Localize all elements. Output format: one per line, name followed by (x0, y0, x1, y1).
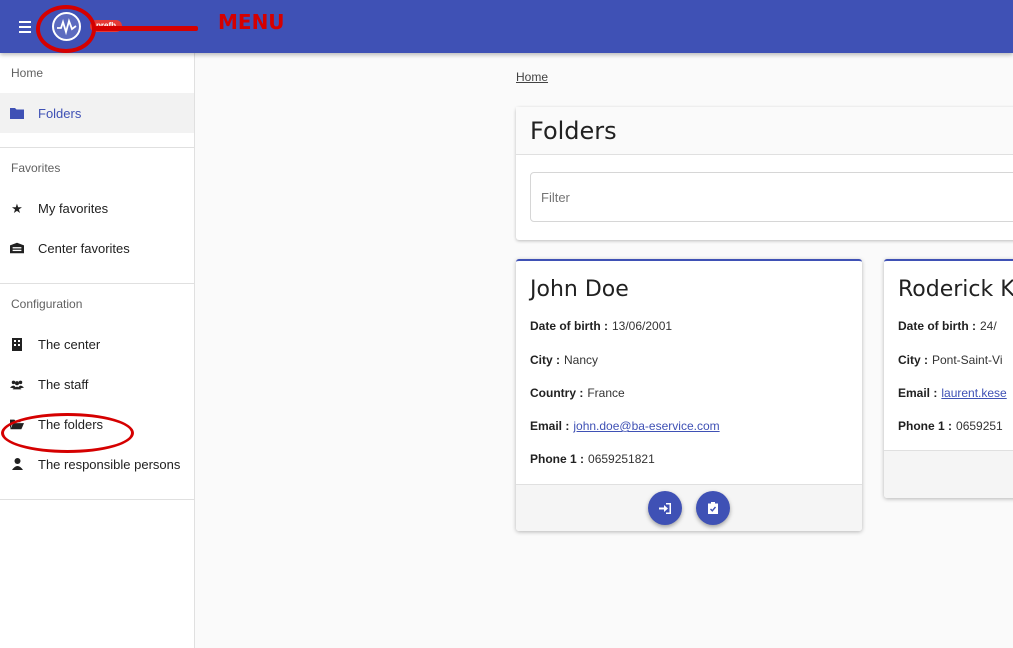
page-title: Folders (516, 107, 1013, 155)
sidebar-item-my-favorites[interactable]: ★ My favorites (0, 188, 194, 228)
sidebar-section-favorites: Favorites (11, 161, 61, 175)
breadcrumb-home[interactable]: Home (516, 70, 548, 84)
sidebar-item-label: My favorites (38, 200, 109, 216)
person-name: John Doe (530, 277, 629, 302)
sidebar-item-folders[interactable]: Folders (0, 93, 194, 133)
filter-input[interactable] (530, 172, 1013, 222)
person-name: Roderick Ke (898, 277, 1013, 302)
building-icon (10, 241, 24, 255)
menu-icon[interactable] (19, 17, 35, 37)
dob-field: Date of birth :24/ (898, 319, 997, 333)
email-field: Email : john.doe@ba-eservice.com (530, 419, 720, 433)
sidebar-item-the-staff[interactable]: The staff (0, 364, 194, 404)
city-field: City : Nancy (530, 353, 599, 367)
email-link[interactable]: john.doe@ba-eservice.com (573, 419, 719, 433)
login-icon (659, 502, 671, 514)
sidebar-item-label: Center favorites (38, 240, 130, 256)
email-link[interactable]: laurent.kese (941, 386, 1006, 400)
sidebar-item-label: Folders (38, 105, 82, 121)
city-field: City : Pont-Saint-Vi (898, 353, 1003, 367)
clipboard-check-icon (708, 502, 718, 514)
sidebar-item-center-favorites[interactable]: Center favorites (0, 228, 194, 268)
office-building-icon (10, 337, 24, 351)
sidebar-item-label: The center (38, 336, 101, 352)
sidebar-section-home: Home (11, 66, 44, 80)
sidebar-item-label: The staff (38, 376, 89, 392)
sidebar-item-the-center[interactable]: The center (0, 324, 194, 364)
folder-card: Roderick Ke Date of birth :24/ City :Pon… (884, 259, 1013, 498)
dob-field: Date of birth :13/06/2001 (530, 319, 673, 333)
sidebar: Home Folders Favorites ★ My favorites Ce… (0, 53, 195, 648)
users-icon (10, 377, 24, 391)
person-icon (10, 457, 24, 471)
sidebar-section-configuration: Configuration (11, 297, 83, 311)
sidebar-item-label: The responsible persons (38, 456, 181, 472)
card-actions (884, 450, 1013, 498)
country-field: Country : France (530, 386, 625, 400)
phone-field: Phone 1 :0659251 (898, 419, 1003, 433)
folder-card: John Doe Date of birth :13/06/2001 City … (516, 259, 862, 531)
annotation-circle-folders (1, 413, 134, 453)
folders-header-card: Folders (516, 107, 1013, 240)
folder-report-button[interactable] (696, 491, 730, 525)
annotation-menu-label: MENU (218, 10, 285, 34)
card-actions (516, 484, 862, 531)
email-field: Email : laurent.kese (898, 386, 1007, 400)
phone-field: Phone 1 :0659251821 (530, 452, 655, 466)
star-icon: ★ (11, 200, 23, 216)
folder-icon (10, 106, 24, 120)
annotation-circle-logo (36, 5, 96, 53)
sidebar-divider (0, 499, 194, 500)
open-folder-button[interactable] (648, 491, 682, 525)
annotation-arrow-line (95, 26, 198, 31)
